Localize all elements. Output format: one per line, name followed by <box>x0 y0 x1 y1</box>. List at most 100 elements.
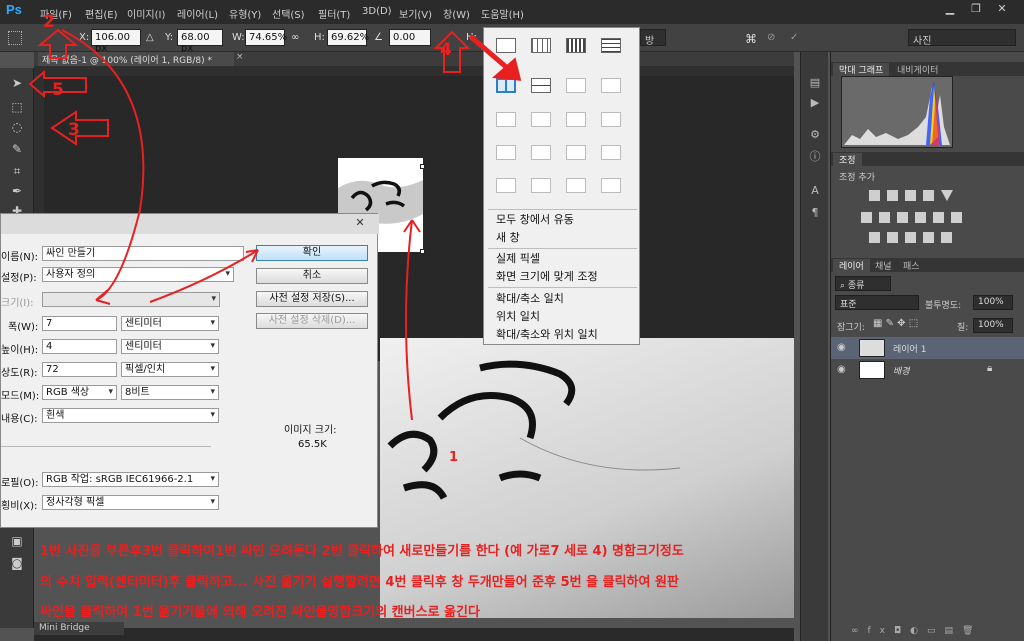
arrange-2up-vertical-icon[interactable] <box>496 78 516 93</box>
height-unit-select[interactable]: 센티미터 <box>121 339 219 354</box>
interpolation-select[interactable]: 방 <box>640 29 666 47</box>
quick-mask-icon[interactable]: ◙ <box>8 554 26 572</box>
link-icon[interactable]: ∞ <box>291 32 299 43</box>
tab-document[interactable]: 제목 없음-1 @ 100% (레이어 1, RGB/8) * <box>38 52 234 66</box>
crop-tool-icon[interactable]: ⌗ <box>8 162 26 180</box>
commit-transform-icon[interactable]: ✓ <box>790 32 798 43</box>
match-zoom-item[interactable]: 확대/축소 일치 <box>496 290 564 306</box>
workspace-select[interactable]: 사진 <box>908 29 1016 47</box>
pixel-aspect-select[interactable]: 정사각형 픽셀 <box>42 495 219 510</box>
tab-channels[interactable]: 채널 <box>869 259 898 272</box>
move-tool-icon[interactable]: ➤ <box>8 74 26 92</box>
y-input[interactable]: 68.00 px <box>177 29 223 54</box>
layer-filter-select[interactable]: ⌕ 종류 <box>835 276 891 291</box>
tab-close-icon[interactable]: × <box>236 52 244 62</box>
delta-icon[interactable]: △ <box>146 32 154 43</box>
quick-select-tool-icon[interactable]: ✎ <box>8 140 26 158</box>
visibility-eye-icon[interactable]: ◉ <box>837 342 849 353</box>
arrange-layout-icon[interactable] <box>531 178 551 193</box>
arrange-grid-icon[interactable] <box>531 38 551 53</box>
warp-icon[interactable]: ⌘ <box>745 32 757 46</box>
lock-icons[interactable]: ▦ ✎ ✥ ⬚ <box>873 318 918 329</box>
invert-icon[interactable] <box>869 232 880 243</box>
arrange-3up-icon[interactable] <box>566 78 586 93</box>
screen-mode-icon[interactable]: ▣ <box>8 532 26 550</box>
threshold-icon[interactable] <box>905 232 916 243</box>
arrange-layout-icon[interactable] <box>566 112 586 127</box>
arrange-2up-horizontal-icon[interactable] <box>531 78 551 93</box>
tab-navigator[interactable]: 내비게이터 <box>891 63 944 76</box>
tab-paths[interactable]: 패스 <box>897 259 926 272</box>
arrange-3up-alt-icon[interactable] <box>601 78 621 93</box>
preset-select[interactable]: 사용자 정의 <box>42 267 234 282</box>
width-unit-select[interactable]: 센티미터 <box>121 316 219 331</box>
menu-layer[interactable]: 레이어(L) <box>177 6 218 21</box>
arrange-layout-icon[interactable] <box>566 178 586 193</box>
info-icon[interactable]: ⓘ <box>808 150 822 164</box>
delete-preset-button[interactable]: 사전 설정 삭제(D)... <box>256 313 368 329</box>
transform-handle[interactable] <box>420 164 425 169</box>
arrange-layout-icon[interactable] <box>601 145 621 160</box>
layer-name[interactable]: 배경 <box>893 364 910 377</box>
color-lookup-icon[interactable] <box>951 212 962 223</box>
mini-bridge-tab[interactable]: Mini Bridge <box>34 622 124 635</box>
arrange-layout-icon[interactable] <box>531 145 551 160</box>
channel-mixer-icon[interactable] <box>933 212 944 223</box>
lasso-tool-icon[interactable]: ◌ <box>8 118 26 136</box>
minimize-icon[interactable]: ▁ <box>940 2 960 18</box>
color-balance-icon[interactable] <box>879 212 890 223</box>
brightness-icon[interactable] <box>869 190 880 201</box>
arrange-horizontal-icon[interactable] <box>601 38 621 53</box>
character-icon[interactable]: A <box>808 184 822 198</box>
levels-icon[interactable] <box>887 190 898 201</box>
resolution-unit-select[interactable]: 픽셀/인치 <box>121 362 219 377</box>
menu-view[interactable]: 보기(V) <box>399 6 432 21</box>
resolution-input[interactable]: 72 <box>42 362 117 377</box>
restore-icon[interactable]: ❐ <box>966 2 986 18</box>
paragraph-icon[interactable]: ¶ <box>808 206 822 220</box>
menu-filter[interactable]: 필터(T) <box>318 6 350 21</box>
name-input[interactable]: 싸인 만들기 <box>42 246 244 261</box>
h-input[interactable]: 69.62% <box>327 29 369 46</box>
arrange-consolidate-icon[interactable] <box>496 38 516 53</box>
blend-mode-select[interactable]: 표준 <box>835 295 919 310</box>
layer-name[interactable]: 레이어 1 <box>893 342 926 355</box>
history-icon[interactable]: ▤ <box>808 76 822 90</box>
opacity-input[interactable]: 100% <box>973 295 1013 310</box>
arrange-layout-icon[interactable] <box>601 112 621 127</box>
float-all-in-windows-item[interactable]: 모두 창에서 유동 <box>496 211 574 227</box>
menu-help[interactable]: 도움말(H) <box>481 6 524 21</box>
angle-input[interactable]: 0.00 <box>389 29 431 46</box>
selective-color-icon[interactable] <box>941 232 952 243</box>
height-input[interactable]: 4 <box>42 339 117 354</box>
angle-icon[interactable]: ∠ <box>374 32 383 43</box>
curves-icon[interactable] <box>905 190 916 201</box>
arrange-layout-icon[interactable] <box>496 178 516 193</box>
tab-layers[interactable]: 레이어 <box>833 259 870 272</box>
color-mode-select[interactable]: RGB 색상 <box>42 385 117 400</box>
vibrance-icon[interactable] <box>941 190 953 201</box>
menu-select[interactable]: 선택(S) <box>272 6 305 21</box>
eyedropper-tool-icon[interactable]: ✒ <box>8 182 26 200</box>
match-location-item[interactable]: 위치 일치 <box>496 308 540 324</box>
arrange-layout-icon[interactable] <box>531 112 551 127</box>
close-icon[interactable]: ✕ <box>992 2 1012 18</box>
gradient-map-icon[interactable] <box>923 232 934 243</box>
menu-3d[interactable]: 3D(D) <box>362 6 392 17</box>
arrange-vertical-icon[interactable] <box>566 38 586 53</box>
photo-filter-icon[interactable] <box>915 212 926 223</box>
ok-button[interactable]: 확인 <box>256 245 368 261</box>
actual-pixels-item[interactable]: 실제 픽셀 <box>496 250 540 266</box>
layer-row[interactable]: ◉ 배경 🔒︎ <box>831 359 1024 381</box>
tab-histogram[interactable]: 막대 그래프 <box>833 63 890 76</box>
transform-handle[interactable] <box>420 249 425 254</box>
reference-point-icon[interactable] <box>8 31 22 45</box>
posterize-icon[interactable] <box>887 232 898 243</box>
dialog-close-icon[interactable]: ✕ <box>345 216 375 230</box>
cancel-transform-icon[interactable]: ⊘ <box>767 32 775 43</box>
arrange-layout-icon[interactable] <box>601 178 621 193</box>
visibility-eye-icon[interactable]: ◉ <box>837 364 849 375</box>
menu-type[interactable]: 유형(Y) <box>229 6 261 21</box>
menu-window[interactable]: 창(W) <box>443 6 470 21</box>
cancel-button[interactable]: 취소 <box>256 268 368 284</box>
